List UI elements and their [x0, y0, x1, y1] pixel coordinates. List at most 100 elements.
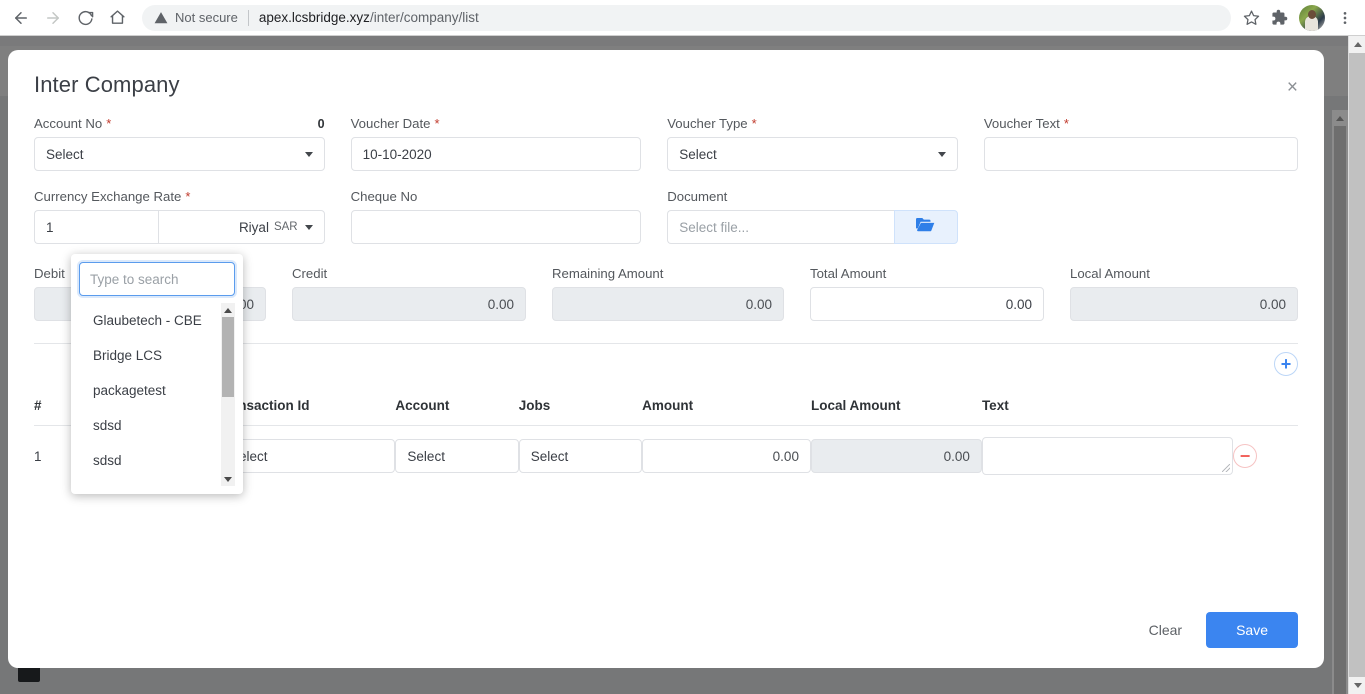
dropdown-scroll-down-icon[interactable] — [221, 472, 235, 486]
browser-scrollbar-thumb[interactable] — [1349, 53, 1365, 677]
remaining-amount-value: 0.00 — [745, 296, 772, 312]
account-no-count: 0 — [317, 117, 325, 131]
url-host: apex.lcsbridge.xyz — [258, 10, 370, 25]
add-row-button[interactable]: + — [1274, 352, 1298, 376]
browse-file-button[interactable] — [893, 210, 958, 244]
field-voucher-type: Voucher Type * Select — [667, 116, 984, 171]
forward-button[interactable] — [38, 3, 68, 33]
account-no-select[interactable]: Select — [34, 137, 325, 171]
required-marker: * — [751, 116, 757, 131]
list-item[interactable]: Glaubetech - CBE — [79, 303, 235, 338]
total-amount-input[interactable]: 0.00 — [810, 287, 1044, 321]
required-marker: * — [106, 116, 112, 131]
chevron-down-icon — [304, 224, 313, 230]
col-header-local-amount: Local Amount — [810, 386, 982, 426]
browser-scrollbar[interactable] — [1348, 36, 1365, 694]
page-scrollbar-thumb[interactable] — [1334, 126, 1346, 694]
row-amount-value: 0.00 — [772, 448, 799, 464]
security-status-text: Not secure — [175, 10, 238, 25]
modal-footer: Clear Save — [1131, 612, 1298, 648]
home-button[interactable] — [102, 3, 132, 33]
address-bar[interactable]: Not secure apex.lcsbridge.xyz/inter/comp… — [142, 4, 1231, 31]
local-amount-label: Local Amount — [1070, 266, 1150, 281]
list-item[interactable]: sdsd — [79, 443, 235, 478]
account-no-label: Account No — [34, 116, 103, 131]
account-no-value: Select — [46, 146, 84, 162]
currency-name: Riyal — [238, 219, 269, 235]
row-actions-cell: − — [1233, 426, 1298, 487]
row-jobs-cell: Select — [518, 426, 643, 487]
dropdown-option-list: Glaubetech - CBE Bridge LCS packagetest … — [79, 303, 235, 486]
row-jobs-select[interactable]: Select — [518, 439, 643, 473]
remaining-amount-label-row: Remaining Amount — [552, 266, 784, 281]
list-item[interactable]: packagetest — [79, 373, 235, 408]
dropdown-scrollbar-thumb[interactable] — [222, 317, 234, 397]
cheque-no-input[interactable] — [350, 210, 642, 244]
local-amount-value: 0.00 — [1259, 296, 1286, 312]
voucher-date-label-row: Voucher Date * — [351, 116, 642, 131]
currency-exchange-rate-group: 1 Riyal SAR — [34, 210, 325, 244]
row-amount-input[interactable]: 0.00 — [642, 439, 811, 473]
credit-label-row: Credit — [292, 266, 526, 281]
not-secure-warning-icon — [154, 11, 168, 25]
dropdown-scrollbar[interactable] — [221, 303, 235, 486]
field-voucher-date: Voucher Date * 10-10-2020 — [350, 116, 668, 171]
currency-exchange-rate-label-row: Currency Exchange Rate * — [34, 189, 325, 204]
local-amount-label-row: Local Amount — [1070, 266, 1298, 281]
form-row-2: Currency Exchange Rate * 1 Riyal SAR Che… — [34, 189, 1298, 244]
page-scrollbar-up-arrow-icon[interactable] — [1332, 110, 1348, 126]
voucher-date-input[interactable]: 10-10-2020 — [350, 137, 642, 171]
exchange-rate-input[interactable]: 1 — [34, 210, 158, 244]
browser-toolbar: Not secure apex.lcsbridge.xyz/inter/comp… — [0, 0, 1365, 36]
row-account-cell: Select — [395, 426, 519, 487]
voucher-text-label-row: Voucher Text * — [984, 116, 1298, 131]
account-search-dropdown: Glaubetech - CBE Bridge LCS packagetest … — [71, 254, 243, 494]
document-file-input[interactable]: Select file... — [667, 210, 894, 244]
reload-button[interactable] — [70, 3, 100, 33]
cheque-no-label: Cheque No — [350, 189, 418, 204]
avatar[interactable] — [1299, 4, 1325, 31]
row-local-amount-value: 0.00 — [943, 448, 970, 464]
field-document: Document Select file... — [667, 189, 984, 244]
voucher-text-input[interactable] — [983, 137, 1298, 171]
row-local-amount-cell: 0.00 — [810, 426, 982, 487]
clear-button[interactable]: Clear — [1131, 613, 1200, 647]
field-credit: Credit 0.00 — [292, 266, 552, 321]
exchange-rate-value: 1 — [46, 219, 54, 235]
row-amount-cell: 0.00 — [642, 426, 811, 487]
voucher-type-value: Select — [679, 146, 717, 162]
bookmark-star-icon[interactable] — [1237, 4, 1265, 32]
back-button[interactable] — [6, 3, 36, 33]
modal-header: Inter Company × — [8, 50, 1324, 98]
search-input[interactable] — [79, 262, 235, 296]
extensions-puzzle-icon[interactable] — [1265, 4, 1293, 32]
list-item[interactable]: Bridge LCS — [79, 338, 235, 373]
voucher-text-label: Voucher Text — [983, 116, 1060, 131]
remaining-amount-label: Remaining Amount — [552, 266, 664, 281]
field-document-spacer — [984, 189, 1298, 244]
voucher-type-label-row: Voucher Type * — [667, 116, 958, 131]
row-text-cell — [981, 426, 1233, 487]
row-transaction-id-select[interactable]: Select — [217, 439, 396, 473]
list-item[interactable]: sdsd — [79, 408, 235, 443]
remove-row-button[interactable]: − — [1233, 444, 1257, 468]
folder-open-icon — [916, 217, 935, 237]
close-icon[interactable]: × — [1283, 74, 1302, 101]
voucher-type-select[interactable]: Select — [667, 137, 958, 171]
col-header-jobs: Jobs — [518, 386, 643, 426]
chevron-down-icon — [304, 152, 313, 157]
scrollbar-up-arrow-icon[interactable] — [1349, 36, 1365, 53]
page-scrollbar[interactable] — [1332, 110, 1348, 694]
row-account-select[interactable]: Select — [395, 439, 519, 473]
document-label: Document — [667, 189, 728, 204]
credit-value: 0.00 — [487, 296, 514, 312]
dropdown-scroll-up-icon[interactable] — [221, 303, 235, 317]
document-file-placeholder: Select file... — [679, 219, 749, 235]
row-text-textarea[interactable] — [981, 437, 1233, 475]
currency-select[interactable]: Riyal SAR — [158, 210, 325, 244]
scrollbar-down-arrow-icon[interactable] — [1349, 677, 1365, 694]
save-button[interactable]: Save — [1206, 612, 1298, 648]
required-marker: * — [1063, 116, 1069, 131]
cheque-no-label-row: Cheque No — [351, 189, 642, 204]
chrome-menu-icon[interactable] — [1331, 4, 1359, 32]
